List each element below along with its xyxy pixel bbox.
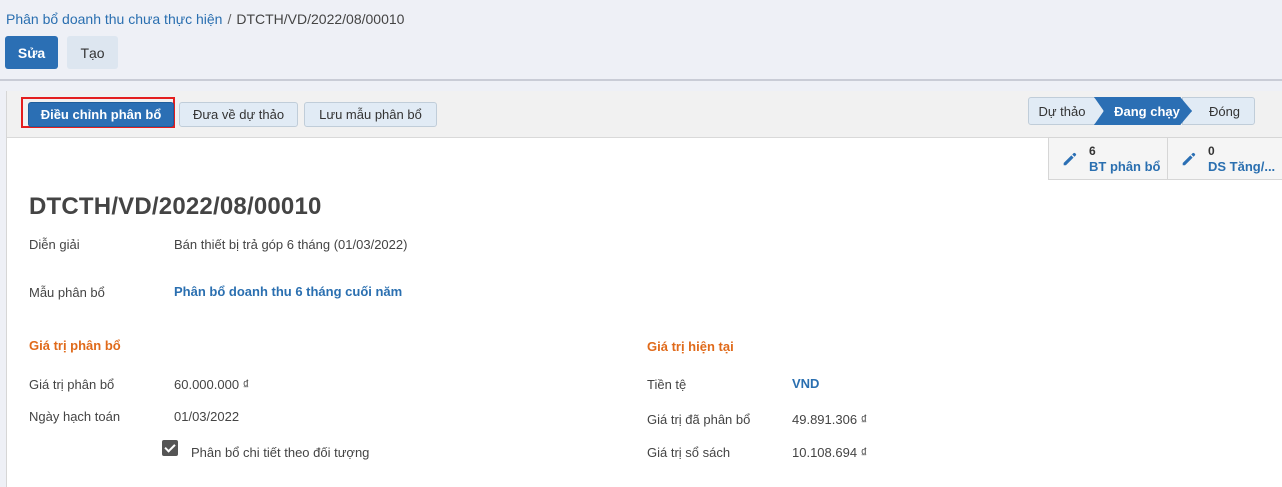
template-link[interactable]: Phân bổ doanh thu 6 tháng cuối năm [174,284,402,299]
accounting-date-label: Ngày hạch toán [29,409,121,424]
amount-label: Giá trị phân bổ [29,377,115,392]
description-label: Diễn giải [29,237,80,252]
breadcrumb-separator: / [227,11,232,27]
record-title: DTCTH/VD/2022/08/00010 [29,193,322,220]
template-label: Mẫu phân bổ [29,285,105,300]
status-bar: Điều chỉnh phân bổ Đưa về dự thảo Lưu mẫ… [7,91,1282,138]
pencil-icon [1063,152,1077,166]
pencil-icon [1182,152,1196,166]
smart-button-increase-list[interactable]: 0 DS Tăng/... [1167,137,1282,180]
amount-value[interactable]: 60.000.000 ₫ [174,377,249,392]
smart-button-label: DS Tăng/... [1208,159,1276,174]
edit-button[interactable]: Sửa [5,36,58,69]
current-value-heading: Giá trị hiện tại [647,339,734,354]
stage-indicator: Dự thảo Đang chạy Đóng [1028,97,1255,125]
smart-button-count: 6 [1089,144,1096,158]
breadcrumb-current: DTCTH/VD/2022/08/00010 [236,11,405,27]
control-panel: Phân bổ doanh thu chưa thực hiện / DTCTH/V… [0,0,1282,78]
detail-by-object-checkbox[interactable] [162,440,178,456]
stage-draft[interactable]: Dự thảo [1028,97,1104,125]
smart-button-allocation-entries[interactable]: 6 BT phân bổ [1048,137,1168,180]
adjust-allocation-button[interactable]: Điều chỉnh phân bổ [28,102,174,127]
create-button[interactable]: Tạo [67,36,118,69]
stage-running[interactable]: Đang chạy [1094,97,1192,125]
breadcrumb: Phân bổ doanh thu chưa thực hiện / DTCTH/V… [6,11,404,27]
description-value[interactable]: Bán thiết bị trả góp 6 tháng (01/03/2022… [174,237,407,252]
smart-button-count: 0 [1208,144,1215,158]
allocated-value-label: Giá trị đã phân bổ [647,412,751,427]
book-value-label: Giá trị sổ sách [647,445,731,460]
accounting-date-value[interactable]: 01/03/2022 [174,409,239,424]
form-sheet: Điều chỉnh phân bổ Đưa về dự thảo Lưu mẫ… [6,91,1282,487]
book-value: 10.108.694 ₫ [792,445,868,460]
allocation-value-heading: Giá trị phân bổ [29,338,121,353]
currency-link[interactable]: VND [792,376,819,391]
breadcrumb-parent-link[interactable]: Phân bổ doanh thu chưa thực hiện [6,11,222,27]
divider [0,79,1282,81]
reset-to-draft-button[interactable]: Đưa về dự thảo [179,102,298,127]
allocated-value: 49.891.306 ₫ [792,412,868,427]
currency-label: Tiền tệ [647,377,687,392]
save-template-button[interactable]: Lưu mẫu phân bổ [304,102,437,127]
detail-by-object-label: Phân bổ chi tiết theo đối tượng [191,445,370,460]
stage-closed[interactable]: Đóng [1182,97,1255,125]
smart-button-label: BT phân bổ [1089,159,1161,174]
